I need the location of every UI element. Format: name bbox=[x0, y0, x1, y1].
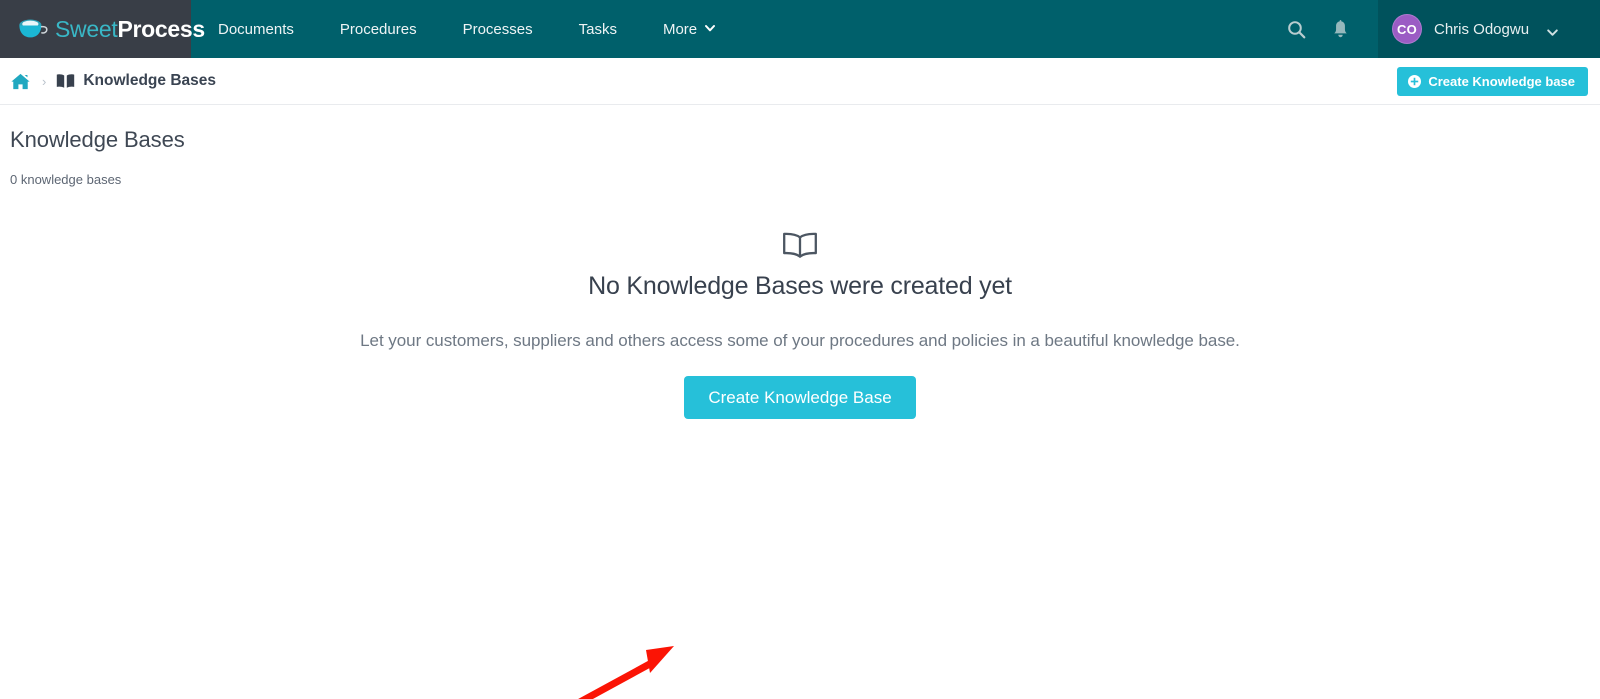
breadcrumb-label: Knowledge Bases bbox=[83, 72, 216, 89]
empty-state-title: No Knowledge Bases were created yet bbox=[588, 272, 1012, 301]
nav-item-more[interactable]: More bbox=[640, 0, 737, 58]
nav-label: More bbox=[662, 20, 698, 38]
create-knowledge-base-header-label: Create Knowledge base bbox=[1428, 73, 1575, 89]
nav-label: Procedures bbox=[339, 20, 417, 38]
avatar-initials: CO bbox=[1397, 21, 1417, 37]
bell-icon bbox=[1332, 19, 1349, 39]
nav-item-documents[interactable]: Documents bbox=[191, 0, 317, 58]
annotation-arrow bbox=[555, 629, 695, 699]
nav-label: Processes bbox=[462, 20, 533, 38]
nav-item-tasks[interactable]: Tasks bbox=[556, 0, 640, 58]
empty-state: No Knowledge Bases were created yet Let … bbox=[0, 231, 1600, 699]
main-nav-links: Documents Procedures Processes Tasks Mor… bbox=[191, 0, 1274, 58]
chevron-down-icon bbox=[705, 23, 716, 32]
user-name-label: Chris Odogwu bbox=[1434, 20, 1530, 38]
breadcrumb-separator: › bbox=[42, 73, 47, 89]
create-knowledge-base-label: Create Knowledge Base bbox=[708, 387, 892, 407]
breadcrumb-bar: › Knowledge Bases Create Knowledge base bbox=[0, 58, 1600, 105]
empty-state-description: Let your customers, suppliers and others… bbox=[360, 331, 1240, 351]
avatar: CO bbox=[1392, 14, 1422, 44]
app-logo[interactable]: SweetProcess bbox=[0, 0, 205, 58]
nav-label: Documents bbox=[218, 20, 294, 38]
chevron-down-icon bbox=[1547, 25, 1558, 36]
logo-text-sweet: Sweet bbox=[55, 15, 118, 42]
plus-circle-icon bbox=[1408, 74, 1422, 88]
top-navigation-bar: SweetProcess Documents Procedures Proces… bbox=[0, 0, 1600, 58]
search-button[interactable] bbox=[1274, 0, 1318, 58]
create-knowledge-base-header-button[interactable]: Create Knowledge base bbox=[1397, 66, 1588, 96]
search-icon bbox=[1287, 20, 1306, 39]
book-icon bbox=[56, 73, 75, 89]
notifications-button[interactable] bbox=[1318, 0, 1362, 58]
coffee-cup-icon bbox=[18, 17, 48, 41]
nav-item-processes[interactable]: Processes bbox=[440, 0, 556, 58]
logo-wordmark: SweetProcess bbox=[55, 15, 205, 42]
open-book-icon bbox=[0, 231, 1600, 260]
page-header: Knowledge Bases 0 knowledge bases bbox=[0, 105, 1600, 187]
user-menu[interactable]: CO Chris Odogwu bbox=[1378, 0, 1600, 58]
nav-item-procedures[interactable]: Procedures bbox=[317, 0, 440, 58]
page-title: Knowledge Bases bbox=[10, 127, 185, 152]
top-right-icons bbox=[1274, 0, 1378, 58]
breadcrumb: › Knowledge Bases bbox=[10, 71, 1397, 92]
nav-label: Tasks bbox=[578, 20, 617, 38]
knowledge-base-count: 0 knowledge bases bbox=[10, 172, 122, 188]
home-icon[interactable] bbox=[10, 71, 31, 92]
create-knowledge-base-button[interactable]: Create Knowledge Base bbox=[684, 376, 916, 420]
